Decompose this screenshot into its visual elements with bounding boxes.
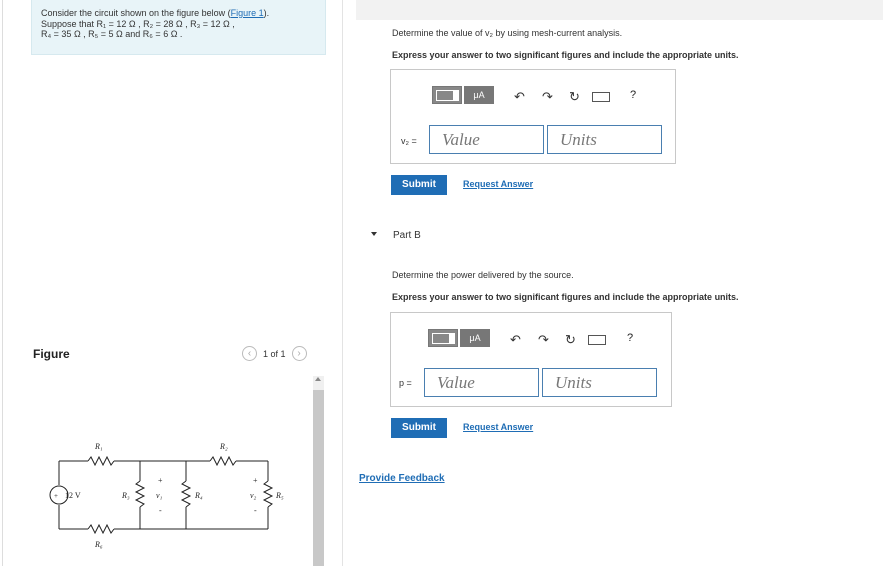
problem-intro-end: ).: [263, 8, 270, 18]
part-a-request-answer-link[interactable]: Request Answer: [463, 179, 533, 189]
provide-feedback-link[interactable]: Provide Feedback: [359, 473, 445, 484]
problem-line-3: R₄ = 35 Ω , R₅ = 5 Ω and R₆ = 6 Ω .: [41, 29, 183, 39]
help-button[interactable]: ?: [627, 332, 633, 344]
part-b-toolbar: μA: [428, 329, 490, 347]
part-b-collapse-icon[interactable]: [371, 232, 377, 236]
figure-title: Figure: [33, 347, 70, 361]
part-b-variable-label: p =: [399, 378, 412, 388]
figure-pager: ‹ 1 of 1 ›: [242, 346, 307, 361]
keyboard-icon[interactable]: [588, 335, 606, 345]
left-pane-border: [2, 0, 3, 566]
part-b-instruction: Determine the power delivered by the sou…: [392, 270, 574, 280]
units-button[interactable]: μA: [464, 86, 494, 104]
part-b-units-input[interactable]: Units: [542, 368, 657, 397]
part-a-variable-label: v₂ =: [401, 136, 417, 146]
part-b-submit-button[interactable]: Submit: [391, 418, 447, 438]
problem-statement: Consider the circuit shown on the figure…: [41, 8, 321, 40]
next-figure-button[interactable]: ›: [291, 346, 307, 361]
r2-label: R₂: [219, 442, 228, 451]
v2-label: v₂: [250, 491, 257, 500]
r6-label: R₆: [94, 540, 103, 549]
part-a-format-note: Express your answer to two significant f…: [392, 50, 739, 60]
part-b-title[interactable]: Part B: [393, 230, 421, 241]
problem-line-2: Suppose that R₁ = 12 Ω , R₂ = 28 Ω , R₃ …: [41, 18, 235, 29]
pager-text: 1 of 1: [263, 348, 286, 359]
part-a-units-input[interactable]: Units: [547, 125, 662, 154]
redo-icon[interactable]: ↷: [542, 89, 553, 105]
redo-icon[interactable]: ↷: [538, 332, 549, 348]
template-icon: [435, 89, 459, 101]
figure-scroll-thumb[interactable]: [313, 390, 324, 566]
scroll-up-arrow-icon[interactable]: [315, 377, 321, 381]
units-button-label: μA: [473, 90, 485, 100]
figure-link[interactable]: Figure 1: [231, 8, 264, 18]
keyboard-icon[interactable]: [592, 92, 610, 102]
prev-figure-button[interactable]: ‹: [242, 346, 257, 361]
part-a-toolbar: μA: [432, 86, 494, 104]
reset-icon[interactable]: ↻: [569, 89, 580, 105]
v2-plus-label: +: [253, 476, 258, 485]
part-b-format-note: Express your answer to two significant f…: [392, 292, 739, 302]
v1-plus-label: +: [158, 476, 163, 485]
source-voltage-label: 12 V: [65, 491, 81, 500]
r4-label: R₄: [194, 491, 203, 500]
undo-icon[interactable]: ↶: [510, 332, 521, 348]
units-button[interactable]: μA: [460, 329, 490, 347]
units-button-label: μA: [469, 333, 481, 343]
template-icon: [431, 332, 455, 344]
part-a-value-input[interactable]: Value: [429, 125, 544, 154]
pane-divider: [342, 0, 343, 566]
help-button[interactable]: ?: [630, 89, 636, 101]
part-b-value-input[interactable]: Value: [424, 368, 539, 397]
undo-icon[interactable]: ↶: [514, 89, 525, 105]
template-button[interactable]: [432, 86, 462, 104]
template-button[interactable]: [428, 329, 458, 347]
v1-label: v₁: [156, 491, 163, 500]
source-plus-sign: +: [54, 492, 58, 500]
problem-intro: Consider the circuit shown on the figure…: [41, 8, 231, 18]
reset-icon[interactable]: ↻: [565, 332, 576, 348]
part-a-submit-button[interactable]: Submit: [391, 175, 447, 195]
part-b-request-answer-link[interactable]: Request Answer: [463, 422, 533, 432]
v2-minus-label: -: [254, 506, 257, 515]
part-a-header-bar: [356, 0, 883, 20]
r3-label: R₃: [121, 491, 130, 500]
v1-minus-label: -: [159, 506, 162, 515]
circuit-diagram: + 12 V R₁ R₂ R₃ R₄ R₅ R₆ + v₁ - + v₂ -: [49, 442, 284, 549]
r1-label: R₁: [94, 442, 103, 451]
part-a-instruction: Determine the value of v₂ by using mesh-…: [392, 28, 623, 38]
r5-label: R₅: [275, 491, 284, 500]
